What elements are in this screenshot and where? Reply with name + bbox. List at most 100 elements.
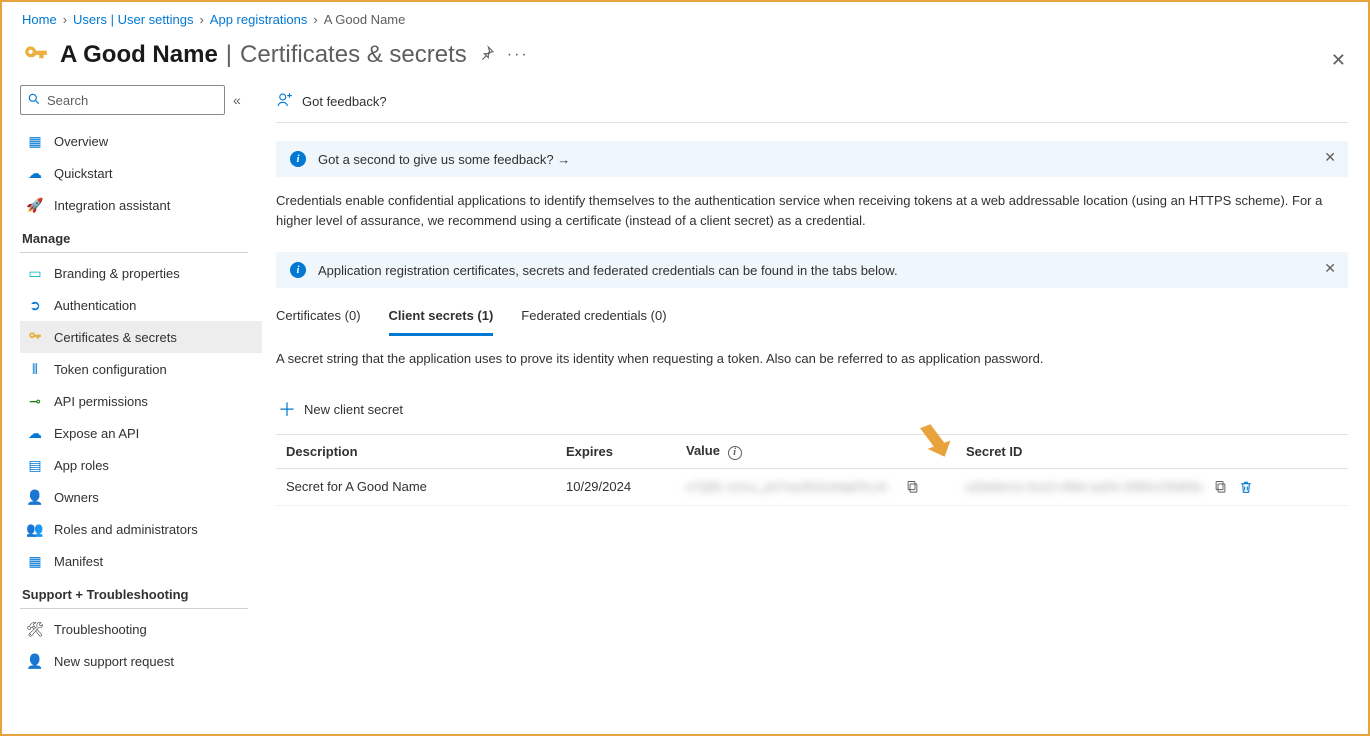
sidebar-item-roles-admins[interactable]: 👥 Roles and administrators [20,513,262,545]
sidebar-item-label: Authentication [54,298,136,313]
breadcrumb-app-registrations[interactable]: App registrations [210,12,308,27]
api-permissions-icon: ⊸ [26,393,44,410]
copy-value-icon[interactable] [905,479,920,494]
chevron-right-icon: › [313,12,317,27]
tabs-info-text: Application registration certificates, s… [318,263,898,278]
col-secret-id: Secret ID [956,435,1348,469]
table-row: Secret for A Good Name 10/29/2024 x7Q8s … [276,468,1348,505]
sidebar-item-label: Quickstart [54,166,113,181]
new-client-secret-label: New client secret [304,402,403,417]
secret-id-masked: a2bd4e1e-0ce3-4fb6-aa54-2f90e130df3e [966,480,1203,494]
copy-id-icon[interactable] [1213,479,1228,494]
chevron-right-icon: › [199,12,203,27]
client-secrets-description: A secret string that the application use… [276,351,1348,366]
token-icon: ⦀ [26,361,44,378]
sidebar-item-api-permissions[interactable]: ⊸ API permissions [20,385,262,417]
sidebar-item-authentication[interactable]: ➲ Authentication [20,289,262,321]
sidebar-item-label: Manifest [54,554,103,569]
toolbar: Got feedback? [276,85,1348,123]
tabs-info-banner: i Application registration certificates,… [276,252,1348,288]
info-icon: i [290,151,306,167]
feedback-banner-text[interactable]: Got a second to give us some feedback? → [318,152,570,167]
search-placeholder: Search [47,93,88,108]
dismiss-banner-icon[interactable]: ✕ [1324,149,1336,166]
breadcrumb-users[interactable]: Users | User settings [73,12,193,27]
rocket-icon: 🚀 [26,197,44,214]
tab-client-secrets[interactable]: Client secrets (1) [389,302,494,336]
sidebar-item-label: Branding & properties [54,266,180,281]
cell-description: Secret for A Good Name [276,468,556,505]
breadcrumb-current: A Good Name [324,12,406,27]
support-icon: 👤 [26,653,44,670]
sidebar-group-support: Support + Troubleshooting [20,577,248,609]
sidebar-item-label: App roles [54,458,109,473]
new-client-secret-button[interactable]: ＋ New client secret [276,390,1348,428]
sidebar-item-quickstart[interactable]: ☁ Quickstart [20,157,262,189]
got-feedback-button[interactable]: Got feedback? [276,91,387,112]
sidebar-item-branding[interactable]: ▭ Branding & properties [20,257,262,289]
sidebar-item-label: Certificates & secrets [54,330,177,345]
sidebar-item-integration-assistant[interactable]: 🚀 Integration assistant [20,189,262,221]
sidebar-item-label: Owners [54,490,99,505]
sidebar-item-label: Token configuration [54,362,167,377]
cloud-icon: ☁ [26,165,44,182]
pin-icon[interactable] [479,45,495,66]
sidebar-item-owners[interactable]: 👤 Owners [20,481,262,513]
tab-certificates[interactable]: Certificates (0) [276,302,361,336]
sidebar-item-label: Integration assistant [54,198,170,213]
page-header: A Good Name | Certificates & secrets ··· [2,37,1368,81]
breadcrumb: Home › Users | User settings › App regis… [2,2,1368,37]
owners-icon: 👤 [26,489,44,506]
roles-admins-icon: 👥 [26,521,44,538]
sidebar-item-label: Expose an API [54,426,139,441]
col-value: Value i [676,435,956,469]
info-tip-icon[interactable]: i [728,446,742,460]
manifest-icon: ▦ [26,553,44,570]
cell-secret-id: a2bd4e1e-0ce3-4fb6-aa54-2f90e130df3e [956,468,1348,505]
expose-api-icon: ☁ [26,425,44,442]
sidebar-item-label: Overview [54,134,108,149]
sidebar-item-app-roles[interactable]: ▤ App roles [20,449,262,481]
app-roles-icon: ▤ [26,457,44,474]
sidebar-item-certificates-secrets[interactable]: Certificates & secrets [20,321,262,353]
feedback-banner: i Got a second to give us some feedback?… [276,141,1348,177]
got-feedback-label: Got feedback? [302,94,387,109]
search-icon [27,92,41,109]
grid-icon: ▦ [26,133,44,150]
chevron-right-icon: › [63,12,67,27]
sidebar-group-manage: Manage [20,221,248,253]
cell-value: x7Q8s oUvu_pXYwuRZmAdpFtLvh . [676,468,956,505]
sidebar-item-expose-api[interactable]: ☁ Expose an API [20,417,262,449]
collapse-sidebar-icon[interactable]: « [233,92,241,108]
sidebar-item-new-support-request[interactable]: 👤 New support request [20,645,262,677]
secret-value-masked: x7Q8s oUvu_pXYwuRZmAdpFtLvh . [686,480,895,494]
secrets-table: Description Expires Value i Secret ID Se… [276,434,1348,506]
cell-expires: 10/29/2024 [556,468,676,505]
sidebar-item-overview[interactable]: ▦ Overview [20,125,262,157]
key-icon [22,41,50,69]
col-expires: Expires [556,435,676,469]
info-icon: i [290,262,306,278]
credentials-tabs: Certificates (0) Client secrets (1) Fede… [276,302,1348,337]
sidebar-item-label: Roles and administrators [54,522,198,537]
main-content: Got feedback? i Got a second to give us … [262,81,1368,723]
dismiss-banner-icon[interactable]: ✕ [1324,260,1336,277]
page-subtitle: Certificates & secrets [240,41,467,69]
sidebar-item-troubleshooting[interactable]: 🛠 Troubleshooting [20,613,262,645]
close-icon[interactable]: ✕ [1331,50,1346,71]
col-description: Description [276,435,556,469]
tab-federated-credentials[interactable]: Federated credentials (0) [521,302,666,336]
feedback-icon [276,91,294,112]
plus-icon: ＋ [278,396,296,422]
search-input[interactable]: Search [20,85,225,115]
sidebar-item-label: Troubleshooting [54,622,147,637]
more-icon[interactable]: ··· [507,46,529,64]
page-title: A Good Name [60,41,218,69]
sidebar: Search « ▦ Overview ☁ Quickstart 🚀 Integ… [2,81,262,723]
sidebar-item-token-configuration[interactable]: ⦀ Token configuration [20,353,262,385]
breadcrumb-home[interactable]: Home [22,12,57,27]
delete-secret-icon[interactable] [1238,479,1254,495]
sidebar-item-manifest[interactable]: ▦ Manifest [20,545,262,577]
sidebar-item-label: API permissions [54,394,148,409]
credentials-description: Credentials enable confidential applicat… [276,191,1348,230]
